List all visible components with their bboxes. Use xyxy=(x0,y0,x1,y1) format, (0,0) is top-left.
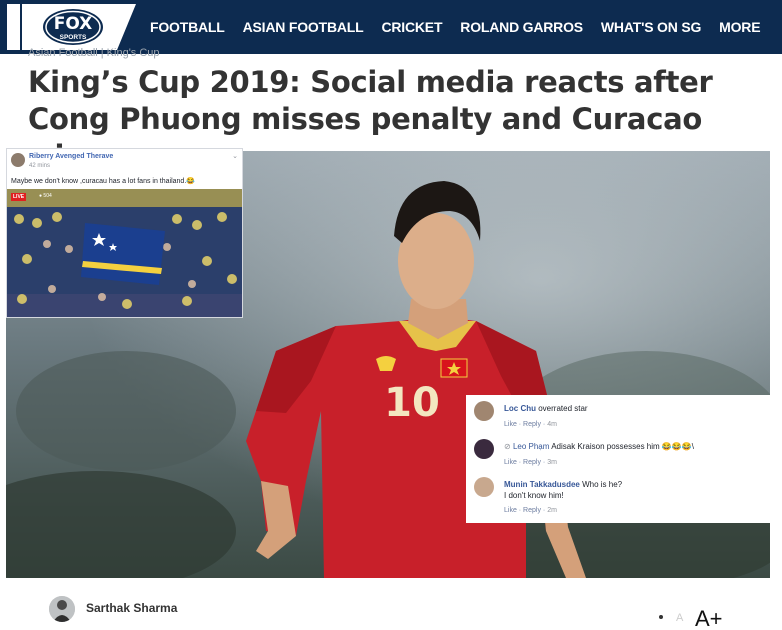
comment-like-reply[interactable]: Like · Reply · xyxy=(504,459,547,466)
facebook-post-author[interactable]: Riberry Avenged Therave xyxy=(29,153,113,160)
comment-body: Loc Chu overrated star xyxy=(504,403,588,414)
nav-item-whats-on-sg[interactable]: WHAT'S ON SG xyxy=(601,19,701,35)
facebook-post-embed: Riberry Avenged Therave 42 mins ⌄ Maybe … xyxy=(6,148,243,318)
comment-time: 2m xyxy=(547,507,557,514)
nav-item-football[interactable]: FOOTBALL xyxy=(150,19,225,35)
facebook-avatar xyxy=(11,153,25,167)
comment-item: Munin Takkadusdee Who is he? I don't kno… xyxy=(474,477,764,521)
comment-text: Who is he? xyxy=(582,480,623,489)
breadcrumb[interactable]: Asian Football | King's Cup xyxy=(28,47,160,59)
chevron-down-icon: ⌄ xyxy=(232,153,238,160)
commenter-name[interactable]: Leo Phạm xyxy=(513,442,549,451)
comment-text-line2: I don't know him! xyxy=(504,491,564,500)
logo-sub: SPORTS xyxy=(60,34,87,41)
comment-body: Munin Takkadusdee Who is he? I don't kno… xyxy=(504,479,622,501)
comment-text: Adisak Kraison possesses him 😂😂😂\ xyxy=(551,442,695,451)
comment-actions: Like · Reply · 4m xyxy=(504,421,557,428)
comment-actions: Like · Reply · 3m xyxy=(504,459,557,466)
author-avatar[interactable] xyxy=(49,596,75,622)
font-size-decrease-button[interactable]: A xyxy=(676,612,683,624)
crowd-photo xyxy=(7,189,242,317)
comment-text: overrated star xyxy=(538,404,588,413)
nav-item-more[interactable]: MORE xyxy=(719,19,760,35)
comments-overlay: Loc Chu overrated star Like · Reply · 4m… xyxy=(466,395,770,523)
commenter-avatar xyxy=(474,439,494,459)
breadcrumb-strip: Asian Football | King's Cup xyxy=(0,44,782,60)
nav-item-roland-garros[interactable]: ROLAND GARROS xyxy=(460,19,583,35)
font-size-increase-button[interactable]: A+ xyxy=(695,606,723,630)
bullet-dot xyxy=(659,615,663,619)
view-count: ● 504 xyxy=(39,193,52,199)
comment-body: ⊘ Leo Phạm Adisak Kraison possesses him … xyxy=(504,441,694,452)
jersey-number: 10 xyxy=(384,380,440,426)
comment-like-reply[interactable]: Like · Reply · xyxy=(504,507,547,514)
facebook-post-header: Riberry Avenged Therave 42 mins ⌄ Maybe … xyxy=(11,153,240,189)
comment-like-reply[interactable]: Like · Reply · xyxy=(504,421,547,428)
author-avatar-image xyxy=(49,596,75,622)
facebook-post-time: 42 mins xyxy=(29,163,51,169)
comment-item: Loc Chu overrated star Like · Reply · 4m xyxy=(474,401,764,435)
facebook-post-text: Maybe we don't know ,curacau has a lot f… xyxy=(11,178,195,185)
comment-actions: Like · Reply · 2m xyxy=(504,507,557,514)
commenter-name[interactable]: Munin Takkadusdee xyxy=(504,480,580,489)
nav-item-cricket[interactable]: CRICKET xyxy=(381,19,442,35)
comment-time: 4m xyxy=(547,421,557,428)
author-name[interactable]: Sarthak Sharma xyxy=(86,601,177,615)
commenter-name[interactable]: Loc Chu xyxy=(504,404,536,413)
live-badge: LIVE xyxy=(11,193,27,201)
comment-item: ⊘ Leo Phạm Adisak Kraison possesses him … xyxy=(474,439,764,473)
verified-icon: ⊘ xyxy=(504,442,511,451)
logo-word: FOX xyxy=(54,14,93,34)
nav-item-asian-football[interactable]: ASIAN FOOTBALL xyxy=(243,19,364,35)
commenter-avatar xyxy=(474,477,494,497)
commenter-avatar xyxy=(474,401,494,421)
comment-time: 3m xyxy=(547,459,557,466)
